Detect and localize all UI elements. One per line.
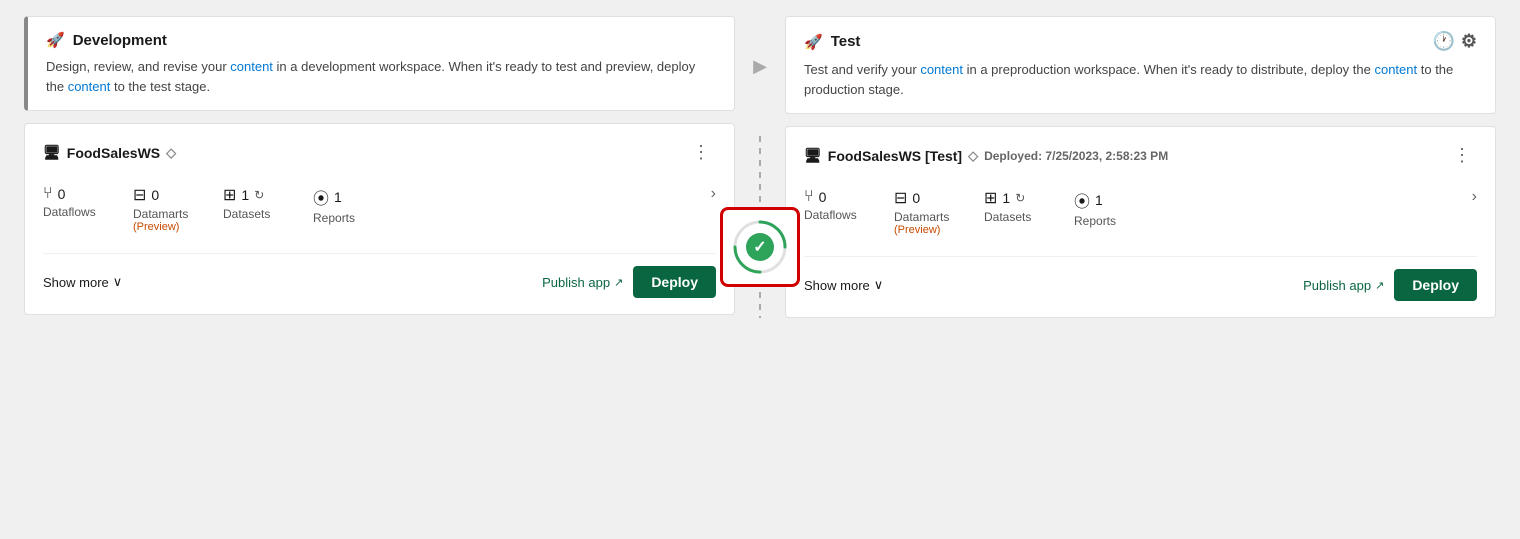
test-workspace-name: FoodSalesWS [Test] bbox=[828, 148, 962, 164]
test-title-text: Test bbox=[831, 33, 861, 50]
datasets-count: 1 bbox=[241, 187, 249, 203]
deploy-progress-indicator: ✓ bbox=[720, 207, 800, 287]
test-stage-header: 🚀 Test 🕐 ⚙ Test and verify your content … bbox=[785, 16, 1496, 114]
test-footer-actions: Publish app ↗ Deploy bbox=[1303, 269, 1477, 301]
arrow-right-icon: ▶ bbox=[753, 56, 767, 77]
development-workspace-title: 🖥 FoodSalesWS ◇ bbox=[43, 144, 176, 161]
test-datamarts-icon: ⊟ bbox=[894, 188, 907, 208]
development-title-text: Development bbox=[73, 32, 167, 49]
datamarts-icon: ⊟ bbox=[133, 185, 146, 205]
development-stats-nav[interactable]: › bbox=[703, 185, 716, 203]
test-workspace-icon: 🖥 bbox=[804, 147, 822, 164]
test-publish-app-link[interactable]: Publish app ↗ bbox=[1303, 278, 1384, 293]
test-deploy-button[interactable]: Deploy bbox=[1394, 269, 1477, 301]
show-more-label: Show more bbox=[43, 275, 109, 290]
development-stage-header: 🚀 Development Design, review, and revise… bbox=[24, 16, 735, 111]
development-publish-external-icon: ↗ bbox=[614, 276, 623, 289]
test-datasets-stat: ⊞ 1 ↻ Datasets bbox=[984, 188, 1074, 224]
development-card-footer: Show more ∨ Publish app ↗ Deploy bbox=[43, 253, 716, 298]
test-stats-row: ⑂ 0 Dataflows ⊟ 0 Datamarts (Preview) bbox=[804, 188, 1477, 236]
development-datasets-stat: ⊞ 1 ↻ Datasets bbox=[223, 185, 313, 221]
test-rocket-icon: 🚀 bbox=[804, 33, 823, 51]
test-workspace-header: 🖥 FoodSalesWS [Test] ◇ Deployed: 7/25/20… bbox=[804, 143, 1477, 168]
test-show-more-chevron: ∨ bbox=[874, 277, 884, 293]
datasets-refresh-icon: ↻ bbox=[254, 188, 264, 202]
datamarts-label: Datamarts bbox=[133, 207, 188, 221]
test-card-footer: Show more ∨ Publish app ↗ Deploy bbox=[804, 256, 1477, 301]
pipeline-container: 🚀 Development Design, review, and revise… bbox=[24, 16, 1496, 318]
development-workspace-icon: 🖥 bbox=[43, 144, 61, 161]
development-rocket-icon: 🚀 bbox=[46, 31, 65, 49]
development-stats-row: ⑂ 0 Dataflows ⊟ 0 Datamarts (Preview) bbox=[43, 185, 716, 233]
development-workspace-name: FoodSalesWS bbox=[67, 145, 160, 161]
development-publish-app-link[interactable]: Publish app ↗ bbox=[542, 275, 623, 290]
test-workspace-title: 🖥 FoodSalesWS [Test] ◇ Deployed: 7/25/20… bbox=[804, 147, 1168, 164]
dataflows-label: Dataflows bbox=[43, 205, 96, 219]
deploy-spinner-svg: ✓ bbox=[731, 218, 789, 276]
reports-icon: ⦿ bbox=[313, 185, 329, 209]
development-diamond-icon: ◇ bbox=[166, 145, 176, 161]
test-datasets-count: 1 bbox=[1002, 190, 1010, 206]
test-show-more[interactable]: Show more ∨ bbox=[804, 277, 883, 293]
datasets-icon: ⊞ bbox=[223, 185, 236, 205]
development-dataflows-stat: ⑂ 0 Dataflows bbox=[43, 185, 133, 219]
test-datamarts-stat: ⊟ 0 Datamarts (Preview) bbox=[894, 188, 984, 236]
test-dataflows-label: Dataflows bbox=[804, 208, 857, 222]
test-dataflows-stat: ⑂ 0 Dataflows bbox=[804, 188, 894, 222]
test-reports-count: 1 bbox=[1095, 192, 1103, 208]
development-publish-label: Publish app bbox=[542, 275, 610, 290]
test-stage-title: 🚀 Test 🕐 ⚙ bbox=[804, 31, 1477, 52]
test-stage-title-icons: 🕐 ⚙ bbox=[1432, 31, 1477, 52]
dataflows-count: 0 bbox=[58, 186, 66, 202]
test-dataflows-icon: ⑂ bbox=[804, 188, 814, 206]
development-more-button[interactable]: ⋮ bbox=[686, 140, 716, 165]
test-show-more-label: Show more bbox=[804, 278, 870, 293]
svg-text:✓: ✓ bbox=[753, 239, 766, 256]
test-reports-label: Reports bbox=[1074, 214, 1116, 228]
test-publish-external-icon: ↗ bbox=[1375, 279, 1384, 292]
test-settings-icon[interactable]: ⚙ bbox=[1461, 31, 1477, 52]
test-reports-icon: ⦿ bbox=[1074, 188, 1090, 212]
development-workspace-header: 🖥 FoodSalesWS ◇ ⋮ bbox=[43, 140, 716, 165]
test-stats-nav[interactable]: › bbox=[1464, 188, 1477, 206]
development-workspace-card: 🖥 FoodSalesWS ◇ ⋮ ⑂ 0 Dataflows bbox=[24, 123, 735, 315]
deploy-progress-inner: ✓ bbox=[731, 218, 789, 276]
development-deploy-button[interactable]: Deploy bbox=[633, 266, 716, 298]
test-publish-label: Publish app bbox=[1303, 278, 1371, 293]
test-dataflows-count: 0 bbox=[819, 189, 827, 205]
test-datamarts-label: Datamarts bbox=[894, 210, 949, 224]
stage-arrow-connector: ▶ bbox=[735, 16, 785, 77]
test-reports-stat: ⦿ 1 Reports bbox=[1074, 188, 1164, 228]
development-datamarts-stat: ⊟ 0 Datamarts (Preview) bbox=[133, 185, 223, 233]
development-stage-title: 🚀 Development bbox=[46, 31, 716, 49]
test-datasets-label: Datasets bbox=[984, 210, 1031, 224]
reports-count: 1 bbox=[334, 189, 342, 205]
test-diamond-icon: ◇ bbox=[968, 148, 978, 164]
test-history-icon[interactable]: 🕐 bbox=[1432, 31, 1454, 52]
test-datasets-icon: ⊞ bbox=[984, 188, 997, 208]
test-stage: 🚀 Test 🕐 ⚙ Test and verify your content … bbox=[785, 16, 1496, 318]
datamarts-sublabel: (Preview) bbox=[133, 221, 179, 233]
test-datamarts-count: 0 bbox=[912, 190, 920, 206]
test-datasets-refresh-icon: ↻ bbox=[1015, 191, 1025, 205]
test-more-button[interactable]: ⋮ bbox=[1447, 143, 1477, 168]
development-footer-actions: Publish app ↗ Deploy bbox=[542, 266, 716, 298]
test-workspace-card: 🖥 FoodSalesWS [Test] ◇ Deployed: 7/25/20… bbox=[785, 126, 1496, 318]
development-description: Design, review, and revise your content … bbox=[46, 57, 716, 96]
datasets-label: Datasets bbox=[223, 207, 270, 221]
development-show-more[interactable]: Show more ∨ bbox=[43, 274, 122, 290]
test-deployed-info: Deployed: 7/25/2023, 2:58:23 PM bbox=[984, 149, 1168, 163]
show-more-chevron: ∨ bbox=[113, 274, 123, 290]
development-stage: 🚀 Development Design, review, and revise… bbox=[24, 16, 735, 315]
reports-label: Reports bbox=[313, 211, 355, 225]
test-datamarts-sublabel: (Preview) bbox=[894, 224, 940, 236]
dataflows-icon: ⑂ bbox=[43, 185, 53, 203]
test-description: Test and verify your content in a prepro… bbox=[804, 60, 1477, 99]
datamarts-count: 0 bbox=[151, 187, 159, 203]
development-reports-stat: ⦿ 1 Reports bbox=[313, 185, 403, 225]
